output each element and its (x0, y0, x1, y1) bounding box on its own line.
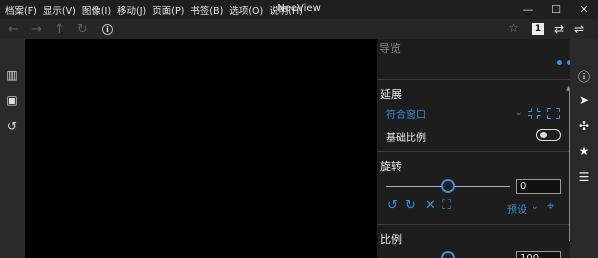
direction-icon[interactable]: ⇌ (574, 22, 584, 36)
menubar: 档案(F) 显示(V) 图像(I) 移动(J) 页面(P) 书签(B) 选项(O… (0, 0, 598, 19)
left-sidebar: ▥ ▣ ↺ (0, 39, 25, 258)
library-icon[interactable]: ▥ (5, 68, 19, 82)
base-scale-toggle[interactable] (536, 129, 561, 141)
panel-title: 导览 (379, 42, 401, 55)
shrink-icon[interactable] (528, 108, 541, 119)
minimize-button[interactable]: — (514, 0, 542, 19)
window-controls: — ☐ ✕ (514, 0, 598, 19)
forward-button[interactable]: → (25, 22, 48, 37)
up-button[interactable]: ↑ (48, 22, 71, 37)
chevron-down-icon[interactable]: ⌄ (531, 202, 539, 212)
image-icon[interactable]: ▣ (5, 93, 19, 107)
address-tools: 1 ⇄ ⇌ (527, 19, 584, 39)
address-bar: ← → ↑ ↻ i ☆ 1 ⇄ ⇌ (0, 19, 598, 39)
scale-slider-thumb[interactable] (441, 251, 455, 258)
history-icon[interactable]: ↺ (5, 119, 19, 133)
menu-page[interactable]: 页面(P) (149, 3, 187, 17)
right-sidebar: ⓘ ➤ ✣ ★ ☰ (570, 39, 598, 258)
rotate-right-icon[interactable]: ↻ (405, 198, 416, 213)
toggle-knob (540, 132, 547, 138)
rotate-slider-thumb[interactable] (441, 179, 455, 193)
stretch-title: 延展 (380, 88, 402, 101)
expand-icon[interactable] (547, 108, 560, 119)
divider (377, 151, 570, 152)
bookmark-icon[interactable]: ★ (577, 144, 591, 158)
info-icon[interactable]: ⓘ (577, 68, 591, 85)
back-button[interactable]: ← (2, 22, 25, 37)
menu-jump[interactable]: 移动(J) (114, 3, 149, 17)
effect-icon[interactable]: ✣ (577, 119, 591, 133)
reset-rotation-icon[interactable]: ✕ (425, 198, 436, 213)
menu-help[interactable]: 说明(H) (266, 3, 306, 17)
divider (377, 224, 570, 225)
bookmark-star-icon[interactable]: ☆ (508, 21, 519, 35)
image-viewer[interactable] (25, 39, 377, 258)
menu-image[interactable]: 图像(I) (79, 3, 114, 17)
rotate-left-icon[interactable]: ↺ (387, 198, 398, 213)
navigator-panel: 导览 ••• 延展 符合窗口 ⌄ 基础比例 旋转 0 ↺ ↻ ✕ ⛶ 预设 ⌄ … (377, 39, 570, 258)
menu-view[interactable]: 显示(V) (40, 3, 79, 17)
scale-value-input[interactable]: 100 (516, 251, 561, 258)
rotate-title: 旋转 (380, 160, 402, 173)
info-icon[interactable]: i (102, 23, 113, 35)
address-input[interactable]: i ☆ (96, 20, 523, 38)
close-button[interactable]: ✕ (570, 0, 598, 19)
menu-file[interactable]: 档案(F) (0, 3, 40, 17)
base-scale-label: 基础比例 (386, 133, 426, 144)
divider (377, 79, 570, 80)
stretch-mode-select[interactable]: 符合窗口 (386, 106, 426, 121)
navigator-icon[interactable]: ➤ (577, 93, 591, 107)
pin-icon[interactable]: ⌖ (547, 199, 554, 214)
fit-rotation-icon[interactable]: ⛶ (442, 198, 451, 213)
page-mode-button[interactable]: 1 (532, 23, 544, 35)
chevron-down-icon[interactable]: ⌄ (515, 108, 523, 118)
menu-bookmark[interactable]: 书签(B) (187, 3, 226, 17)
menu-options[interactable]: 选项(O) (226, 3, 266, 17)
scale-title: 比例 (380, 233, 402, 246)
playlist-icon[interactable]: ☰ (577, 170, 591, 184)
preset-select[interactable]: 预设 (507, 201, 527, 216)
maximize-button[interactable]: ☐ (542, 0, 570, 19)
more-options-icon[interactable]: ••• (555, 56, 570, 72)
reload-button[interactable]: ↻ (71, 22, 94, 37)
swap-icon[interactable]: ⇄ (554, 22, 564, 36)
rotate-value-input[interactable]: 0 (516, 179, 561, 194)
